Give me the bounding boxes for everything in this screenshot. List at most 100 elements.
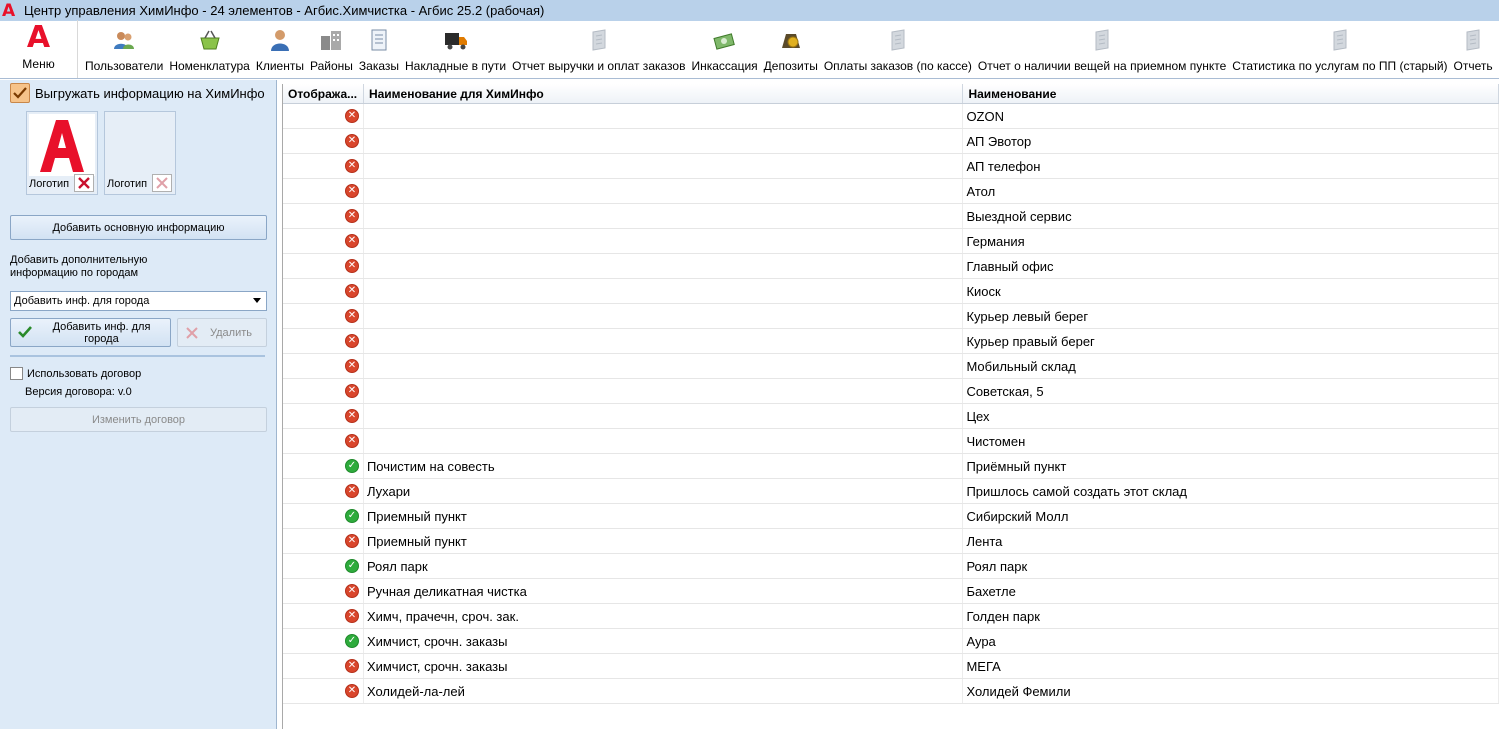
shown-cell[interactable]: ✕ (283, 204, 364, 228)
shown-cell[interactable]: ✕ (283, 129, 364, 153)
table-row[interactable]: ✕ Мобильный склад (283, 354, 1499, 379)
name-cell[interactable]: Аура (963, 629, 1499, 653)
name-cell[interactable]: Германия (963, 229, 1499, 253)
toolbar-button-5[interactable]: Накладные в пути (402, 20, 509, 78)
table-row[interactable]: ✕ Курьер левый берег (283, 304, 1499, 329)
table-row[interactable]: ✕ Чистомен (283, 429, 1499, 454)
himinfo-name-cell[interactable] (364, 379, 964, 403)
use-contract-checkbox[interactable]: Использовать договор (10, 367, 141, 380)
name-cell[interactable]: Мобильный склад (963, 354, 1499, 378)
table-row[interactable]: ✕ Атол (283, 179, 1499, 204)
name-cell[interactable]: Бахетле (963, 579, 1499, 603)
toolbar-button-1[interactable]: Номенклатура (166, 20, 253, 78)
toolbar-button-8[interactable]: Депозиты (761, 20, 821, 78)
shown-cell[interactable]: ✕ (283, 229, 364, 253)
table-row[interactable]: ✓ Роял парк Роял парк (283, 554, 1499, 579)
himinfo-name-cell[interactable] (364, 229, 964, 253)
table-row[interactable]: ✕ Выездной сервис (283, 204, 1499, 229)
himinfo-name-cell[interactable] (364, 354, 964, 378)
name-cell[interactable]: Холидей Фемили (963, 679, 1499, 703)
name-cell[interactable]: Курьер правый берег (963, 329, 1499, 353)
shown-cell[interactable]: ✕ (283, 279, 364, 303)
toolbar-button-0[interactable]: Пользователи (82, 20, 166, 78)
himinfo-name-cell[interactable]: Химчист, срочн. заказы (364, 654, 964, 678)
table-row[interactable]: ✕ OZON (283, 104, 1499, 129)
column-header-shown[interactable]: Отобража... (283, 84, 364, 103)
shown-cell[interactable]: ✕ (283, 179, 364, 203)
himinfo-name-cell[interactable] (364, 254, 964, 278)
himinfo-name-cell[interactable]: Ручная деликатная чистка (364, 579, 964, 603)
himinfo-name-cell[interactable]: Химчист, срочн. заказы (364, 629, 964, 653)
toolbar-button-6[interactable]: Отчет выручки и оплат заказов (509, 20, 688, 78)
name-cell[interactable]: Выездной сервис (963, 204, 1499, 228)
shown-cell[interactable]: ✕ (283, 154, 364, 178)
name-cell[interactable]: Главный офис (963, 254, 1499, 278)
shown-cell[interactable]: ✕ (283, 579, 364, 603)
table-row[interactable]: ✕ Киоск (283, 279, 1499, 304)
name-cell[interactable]: Приёмный пункт (963, 454, 1499, 478)
himinfo-name-cell[interactable]: Роял парк (364, 554, 964, 578)
shown-cell[interactable]: ✕ (283, 404, 364, 428)
toolbar-button-10[interactable]: Отчет о наличии вещей на приемном пункте (975, 20, 1229, 78)
himinfo-name-cell[interactable] (364, 404, 964, 428)
shown-cell[interactable]: ✕ (283, 529, 364, 553)
toolbar-button-7[interactable]: Инкассация (688, 20, 760, 78)
table-row[interactable]: ✕ Германия (283, 229, 1499, 254)
shown-cell[interactable]: ✓ (283, 504, 364, 528)
table-row[interactable]: ✕ АП Эвотор (283, 129, 1499, 154)
shown-cell[interactable]: ✕ (283, 604, 364, 628)
logo-slot-2[interactable]: Логотип (104, 111, 176, 195)
column-header-name[interactable]: Наименование (963, 84, 1499, 103)
table-row[interactable]: ✕ Ручная деликатная чистка Бахетле (283, 579, 1499, 604)
table-row[interactable]: ✕ Советская, 5 (283, 379, 1499, 404)
shown-cell[interactable]: ✕ (283, 654, 364, 678)
toolbar-button-11[interactable]: Статистика по услугам по ПП (старый) (1229, 20, 1450, 78)
column-header-himinfo-name[interactable]: Наименование для ХимИнфо (364, 84, 964, 103)
name-cell[interactable]: АП телефон (963, 154, 1499, 178)
himinfo-name-cell[interactable]: Приемный пункт (364, 504, 964, 528)
table-row[interactable]: ✓ Химчист, срочн. заказы Аура (283, 629, 1499, 654)
menu-button[interactable]: A Меню (0, 20, 78, 78)
toolbar-button-9[interactable]: Оплаты заказов (по кассе) (821, 20, 975, 78)
himinfo-name-cell[interactable] (364, 154, 964, 178)
delete-button[interactable]: Удалить (177, 318, 267, 347)
himinfo-name-cell[interactable] (364, 279, 964, 303)
name-cell[interactable]: Пришлось самой создать этот склад (963, 479, 1499, 503)
table-row[interactable]: ✕ Холидей-ла-лей Холидей Фемили (283, 679, 1499, 704)
name-cell[interactable]: Атол (963, 179, 1499, 203)
name-cell[interactable]: МЕГА (963, 654, 1499, 678)
himinfo-name-cell[interactable]: Холидей-ла-лей (364, 679, 964, 703)
shown-cell[interactable]: ✓ (283, 629, 364, 653)
himinfo-name-cell[interactable] (364, 129, 964, 153)
shown-cell[interactable]: ✕ (283, 104, 364, 128)
shown-cell[interactable]: ✕ (283, 479, 364, 503)
table-row[interactable]: ✕ АП телефон (283, 154, 1499, 179)
himinfo-name-cell[interactable] (364, 179, 964, 203)
shown-cell[interactable]: ✕ (283, 379, 364, 403)
add-main-info-button[interactable]: Добавить основную информацию (10, 215, 267, 240)
himinfo-name-cell[interactable] (364, 304, 964, 328)
table-row[interactable]: ✓ Приемный пункт Сибирский Молл (283, 504, 1499, 529)
shown-cell[interactable]: ✕ (283, 429, 364, 453)
himinfo-name-cell[interactable]: Почистим на совесть (364, 454, 964, 478)
shown-cell[interactable]: ✕ (283, 254, 364, 278)
table-row[interactable]: ✕ Цех (283, 404, 1499, 429)
logo-slot-1[interactable]: Логотип (26, 111, 98, 195)
table-row[interactable]: ✓ Почистим на совесть Приёмный пункт (283, 454, 1499, 479)
name-cell[interactable]: Лента (963, 529, 1499, 553)
shown-cell[interactable]: ✕ (283, 679, 364, 703)
shown-cell[interactable]: ✓ (283, 454, 364, 478)
toolbar-button-2[interactable]: Клиенты (253, 20, 307, 78)
toolbar-button-12[interactable]: Отчеть (1451, 20, 1496, 78)
table-row[interactable]: ✕ Курьер правый берег (283, 329, 1499, 354)
add-city-info-button[interactable]: Добавить инф. для города (10, 318, 171, 347)
table-row[interactable]: ✕ Лухари Пришлось самой создать этот склад (283, 479, 1499, 504)
table-row[interactable]: ✕ Химчист, срочн. заказы МЕГА (283, 654, 1499, 679)
delete-logo-1-icon[interactable] (74, 174, 94, 192)
toolbar-button-4[interactable]: Заказы (356, 20, 402, 78)
himinfo-name-cell[interactable]: Химч, прачечн, сроч. зак. (364, 604, 964, 628)
export-checkbox[interactable]: Выгружать информацию на ХимИнфо (10, 83, 265, 103)
name-cell[interactable]: Киоск (963, 279, 1499, 303)
table-row[interactable]: ✕ Приемный пункт Лента (283, 529, 1499, 554)
name-cell[interactable]: Роял парк (963, 554, 1499, 578)
